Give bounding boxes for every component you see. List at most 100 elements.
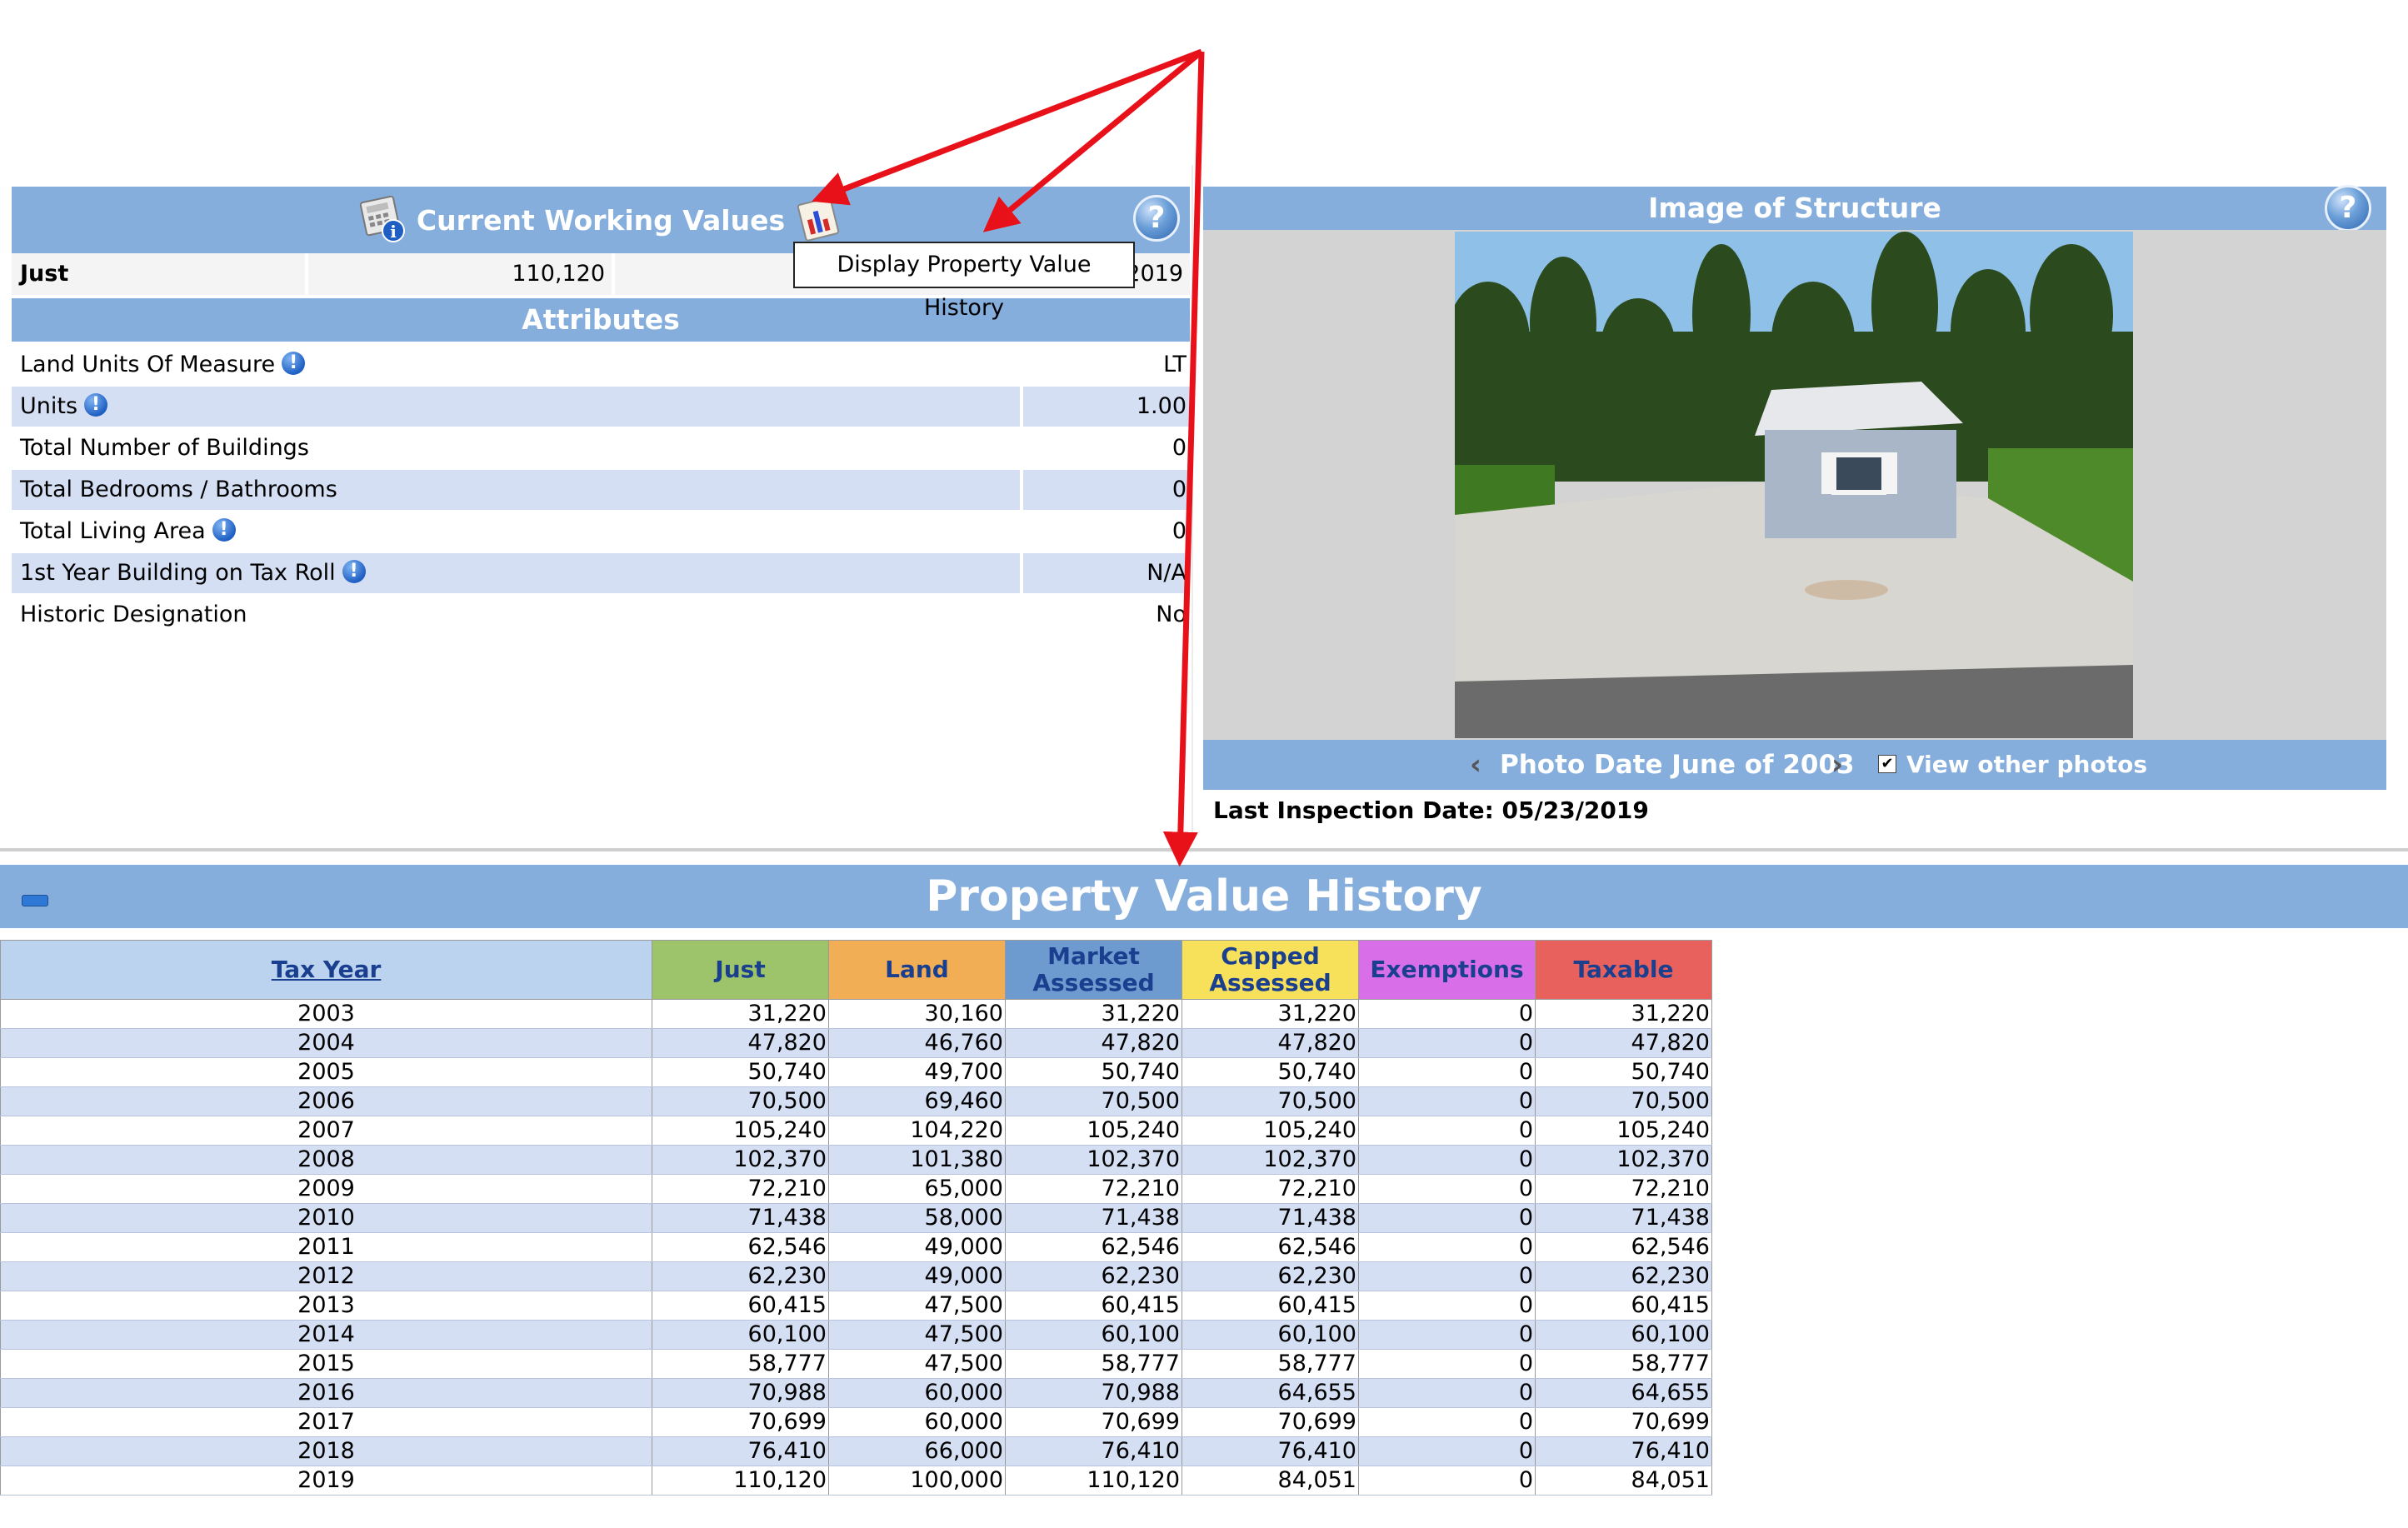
- value-cell: 50,740: [1535, 1057, 1712, 1087]
- value-cell: 60,000: [828, 1407, 1006, 1437]
- value-cell: 110,120: [652, 1466, 829, 1496]
- collapse-section-icon[interactable]: [22, 895, 48, 906]
- value-cell: 62,230: [1535, 1261, 1712, 1291]
- image-help-button[interactable]: ?: [2325, 185, 2371, 232]
- value-cell: 76,410: [1182, 1436, 1359, 1466]
- table-row: 2009 72,210 65,000 72,210 72,210 0 72,210: [0, 1174, 1712, 1204]
- table-row: 2016 70,988 60,000 70,988 64,655 0 64,655: [0, 1378, 1712, 1408]
- tax-year-cell: 2016: [0, 1378, 652, 1408]
- attribute-value: LT: [1163, 352, 1187, 377]
- next-photo-icon[interactable]: ›: [1831, 740, 1843, 790]
- calculator-info-icon: i: [358, 195, 407, 244]
- value-cell: 47,820: [1535, 1028, 1712, 1058]
- attribute-row-historic-designation: Historic Designation No: [12, 595, 1190, 635]
- value-cell: 0: [1358, 1057, 1536, 1087]
- structure-photo[interactable]: [1455, 232, 2133, 738]
- attribute-value: 0: [1023, 470, 1190, 510]
- tax-year-cell: 2019: [0, 1466, 652, 1496]
- value-history-chart-icon[interactable]: [795, 196, 843, 244]
- just-value: 110,120: [308, 253, 612, 295]
- tax-year-cell: 2005: [0, 1057, 652, 1087]
- value-cell: 31,220: [1535, 999, 1712, 1029]
- value-cell: 60,000: [828, 1378, 1006, 1408]
- photo-navigation-bar: ‹ Photo Date June of 2003 › ✔ View other…: [1203, 740, 2386, 790]
- value-cell: 70,500: [652, 1086, 829, 1116]
- attribute-row-buildings: Total Number of Buildings 0: [12, 428, 1190, 468]
- value-cell: 0: [1358, 1407, 1536, 1437]
- value-cell: 47,820: [652, 1028, 829, 1058]
- attribute-row-living-area: Total Living Area! 0: [12, 512, 1190, 552]
- column-header-taxable: Taxable: [1535, 940, 1712, 1000]
- value-cell: 60,100: [1182, 1320, 1359, 1350]
- value-cell: 50,740: [1182, 1057, 1359, 1087]
- column-header-market-assessed: Market Assessed: [1005, 940, 1182, 1000]
- value-cell: 0: [1358, 1349, 1536, 1379]
- attribute-row-units: Units! 1.00: [12, 387, 1190, 427]
- info-icon[interactable]: !: [212, 517, 236, 542]
- value-cell: 71,438: [1182, 1203, 1359, 1233]
- help-button[interactable]: ?: [1133, 195, 1180, 242]
- attribute-value: 0: [1172, 518, 1187, 544]
- attribute-label: Total Number of Buildings: [20, 435, 309, 461]
- value-cell: 105,240: [652, 1116, 829, 1146]
- value-cell: 84,051: [1535, 1466, 1712, 1496]
- tax-year-cell: 2011: [0, 1232, 652, 1262]
- attribute-row-land-units: Land Units Of Measure! LT: [12, 345, 1190, 385]
- info-icon[interactable]: !: [84, 392, 108, 417]
- value-cell: 60,415: [1182, 1291, 1359, 1321]
- value-cell: 58,000: [828, 1203, 1006, 1233]
- value-cell: 70,699: [652, 1407, 829, 1437]
- value-cell: 0: [1358, 1086, 1536, 1116]
- tax-year-cell: 2007: [0, 1116, 652, 1146]
- column-header-tax-year[interactable]: Tax Year: [0, 940, 652, 1000]
- info-icon[interactable]: !: [282, 351, 306, 375]
- value-cell: 0: [1358, 1466, 1536, 1496]
- tax-year-cell: 2018: [0, 1436, 652, 1466]
- value-cell: 0: [1358, 1145, 1536, 1175]
- value-cell: 62,230: [1005, 1261, 1182, 1291]
- current-working-values-title: Current Working Values: [416, 203, 786, 237]
- attribute-row-bedrooms-bathrooms: Total Bedrooms / Bathrooms 0: [12, 470, 1190, 510]
- value-cell: 0: [1358, 1261, 1536, 1291]
- value-cell: 58,777: [1182, 1349, 1359, 1379]
- value-cell: 102,370: [652, 1145, 829, 1175]
- value-cell: 49,700: [828, 1057, 1006, 1087]
- value-cell: 0: [1358, 1436, 1536, 1466]
- value-cell: 65,000: [828, 1174, 1006, 1204]
- value-cell: 102,370: [1182, 1145, 1359, 1175]
- value-cell: 72,210: [652, 1174, 829, 1204]
- value-cell: 46,760: [828, 1028, 1006, 1058]
- view-other-photos-checkbox[interactable]: ✔: [1878, 755, 1896, 773]
- value-cell: 70,988: [1005, 1378, 1182, 1408]
- attribute-value: 0: [1172, 435, 1187, 461]
- value-cell: 104,220: [828, 1116, 1006, 1146]
- value-cell: 71,438: [1005, 1203, 1182, 1233]
- value-cell: 76,410: [1535, 1436, 1712, 1466]
- value-cell: 31,220: [652, 999, 829, 1029]
- value-cell: 62,546: [1005, 1232, 1182, 1262]
- value-cell: 70,500: [1535, 1086, 1712, 1116]
- table-row: 2007 105,240 104,220 105,240 105,240 0 105,240: [0, 1116, 1712, 1146]
- value-cell: 62,230: [652, 1261, 829, 1291]
- value-cell: 0: [1358, 999, 1536, 1029]
- value-cell: 62,546: [1182, 1232, 1359, 1262]
- value-cell: 0: [1358, 1232, 1536, 1262]
- tax-year-cell: 2008: [0, 1145, 652, 1175]
- previous-photo-icon[interactable]: ‹: [1470, 740, 1481, 790]
- value-cell: 49,000: [828, 1232, 1006, 1262]
- table-row: 2004 47,820 46,760 47,820 47,820 0 47,820: [0, 1028, 1712, 1058]
- tax-year-cell: 2017: [0, 1407, 652, 1437]
- value-cell: 60,415: [1005, 1291, 1182, 1321]
- table-row: 2017 70,699 60,000 70,699 70,699 0 70,699: [0, 1407, 1712, 1437]
- value-cell: 30,160: [828, 999, 1006, 1029]
- value-cell: 102,370: [1535, 1145, 1712, 1175]
- info-icon[interactable]: !: [342, 559, 366, 583]
- table-row: 2010 71,438 58,000 71,438 71,438 0 71,438: [0, 1203, 1712, 1233]
- attribute-value: N/A: [1023, 553, 1190, 593]
- attribute-label: Units!: [12, 387, 1020, 427]
- view-other-photos-label[interactable]: View other photos: [1906, 740, 2147, 790]
- value-history-table: Tax Year Just Land Market Assessed Cappe…: [0, 940, 1712, 1496]
- value-cell: 0: [1358, 1291, 1536, 1321]
- value-cell: 69,460: [828, 1086, 1006, 1116]
- value-cell: 102,370: [1005, 1145, 1182, 1175]
